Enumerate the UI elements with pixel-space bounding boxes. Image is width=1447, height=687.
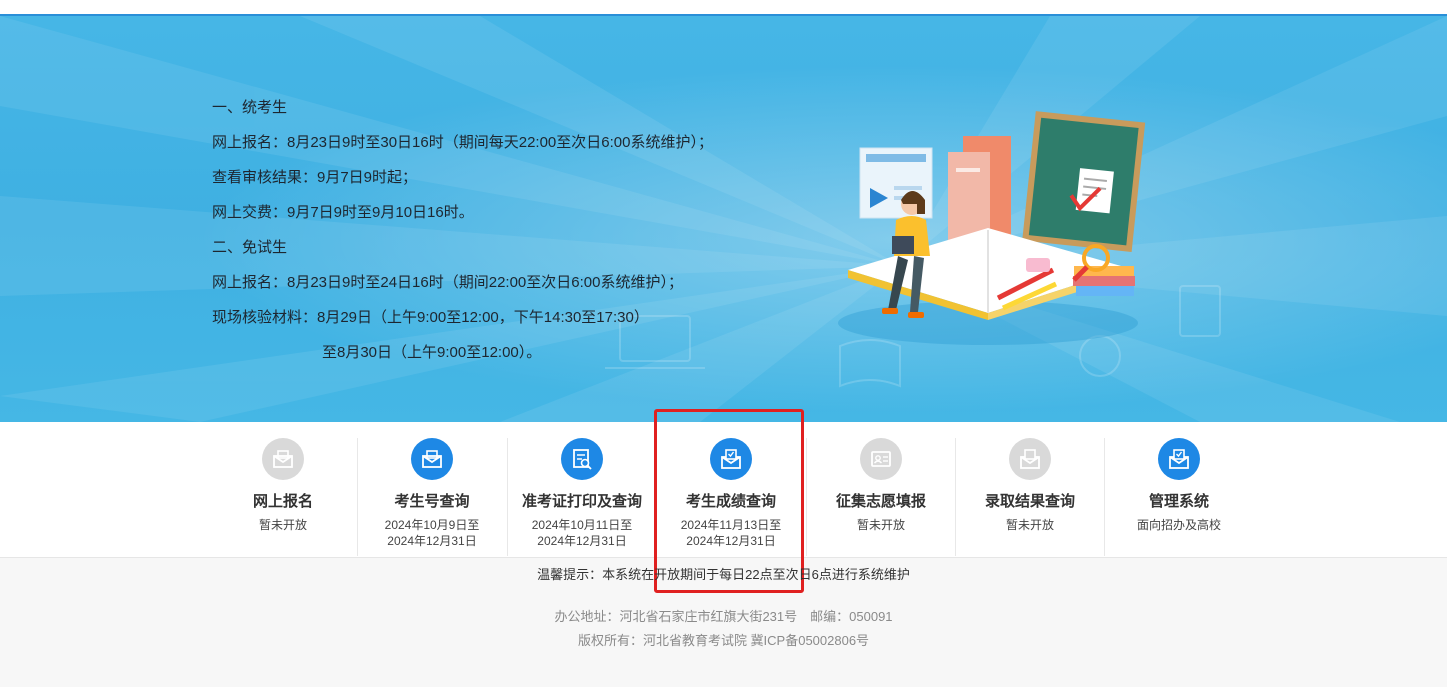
service-candidate-number-query[interactable]: 考生号查询 2024年10月9日至 2024年12月31日 — [357, 438, 507, 558]
hero-banner: 一、统考生 网上报名：8月23日9时至30日16时（期间每天22:00至次日6:… — [0, 16, 1447, 422]
maintenance-tip: 温馨提示：本系统在开放期间于每日22点至次日6点进行系统维护 — [537, 567, 910, 582]
envelope-icon — [1020, 449, 1040, 469]
footer-address: 办公地址：河北省石家庄市红旗大街231号 邮编：050091 — [554, 609, 893, 624]
top-bar — [0, 0, 1447, 16]
service-online-registration[interactable]: 网上报名 暂未开放 — [208, 438, 358, 558]
notice-line: 二、免试生 — [212, 239, 288, 256]
service-icon-circle — [1158, 438, 1200, 480]
service-title: 网上报名 — [252, 493, 313, 510]
document-search-icon — [573, 449, 592, 470]
study-illustration — [838, 111, 1146, 345]
notice-line: 现场核验材料：8月29日（上午9:00至12:00，下午14:30至17:30） — [212, 309, 649, 326]
service-period: 2024年10月9日至 2024年12月31日 — [384, 518, 480, 548]
envelope-icon — [1169, 449, 1189, 469]
service-status: 暂未开放 — [258, 518, 307, 532]
mail-icon — [422, 450, 442, 468]
footer-copyright: 版权所有：河北省教育考试院 冀ICP备05002806号 — [577, 633, 870, 648]
service-title: 征集志愿填报 — [835, 493, 926, 510]
service-period: 2024年10月11日至 2024年12月31日 — [531, 518, 633, 548]
service-status: 暂未开放 — [1005, 518, 1054, 532]
service-admission-ticket[interactable]: 准考证打印及查询 2024年10月11日至 2024年12月31日 — [507, 438, 657, 558]
service-title: 管理系统 — [1148, 493, 1209, 510]
notice-line: 网上交费：9月7日9时至9月10日16时。 — [212, 204, 474, 221]
service-management-system[interactable]: 管理系统 面向招办及高校 — [1104, 438, 1254, 558]
notice-line: 查看审核结果：9月7日9时起； — [212, 169, 418, 186]
id-card-icon — [871, 451, 891, 467]
service-title: 准考证打印及查询 — [521, 493, 642, 510]
notice-line: 网上报名：8月23日9时至24日16时（期间22:00至次日6:00系统维护）； — [212, 274, 683, 291]
notice-line: 一、统考生 — [212, 99, 288, 116]
notice-text: 一、统考生 网上报名：8月23日9时至30日16时（期间每天22:00至次日6:… — [212, 90, 713, 370]
service-icon-circle — [262, 438, 304, 480]
service-supplementary-application[interactable]: 征集志愿填报 暂未开放 — [806, 438, 956, 558]
service-status: 暂未开放 — [856, 518, 905, 532]
service-title: 考生号查询 — [394, 493, 470, 510]
service-icon-circle — [411, 438, 453, 480]
service-icon-circle — [561, 438, 603, 480]
notice-line: 至8月30日（上午9:00至12:00）。 — [322, 344, 542, 361]
notice-line: 网上报名：8月23日9时至30日16时（期间每天22:00至次日6:00系统维护… — [212, 134, 713, 151]
service-admission-result-query[interactable]: 录取结果查询 暂未开放 — [955, 438, 1105, 558]
service-icon-circle — [860, 438, 902, 480]
service-title: 录取结果查询 — [984, 493, 1075, 510]
mail-icon — [273, 450, 293, 468]
service-icon-circle — [1009, 438, 1051, 480]
service-audience: 面向招办及高校 — [1136, 518, 1221, 532]
